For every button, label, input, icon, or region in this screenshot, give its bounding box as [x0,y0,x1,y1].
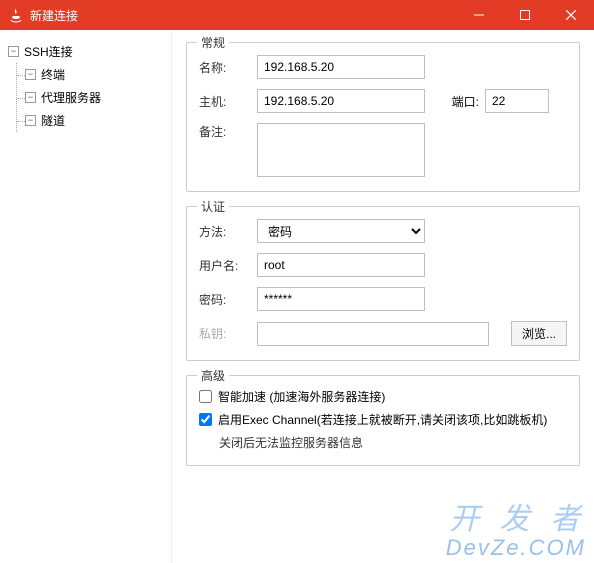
input-key[interactable] [257,322,489,346]
label-method: 方法: [199,223,257,240]
input-host[interactable] [257,89,425,113]
legend-general: 常规 [197,34,229,51]
window-controls [456,0,594,30]
group-general: 常规 名称: 主机: 端口: 备注: [186,42,580,192]
label-pass: 密码: [199,291,257,308]
label-key: 私钥: [199,325,257,342]
input-user[interactable] [257,253,425,277]
main-panel: 常规 名称: 主机: 端口: 备注: 认证 方法: 密码 [172,30,594,563]
minimize-button[interactable] [456,0,502,30]
exec-note: 关闭后无法监控服务器信息 [199,434,567,451]
group-advanced: 高级 智能加速 (加速海外服务器连接) 启用Exec Channel(若连接上就… [186,375,580,466]
checkbox-smart-accel-input[interactable] [199,390,212,403]
input-remark[interactable] [257,123,425,177]
tree-item-terminal[interactable]: − 终端 [17,63,165,86]
legend-auth: 认证 [197,198,229,215]
tree-root-ssh[interactable]: − SSH连接 [6,40,165,63]
group-auth: 认证 方法: 密码 用户名: 密码: 私钥: 浏览... [186,206,580,361]
titlebar: 新建连接 [0,0,594,30]
tree-label: SSH连接 [24,43,73,60]
collapse-icon[interactable]: − [8,46,19,57]
close-button[interactable] [548,0,594,30]
tree-label: 隧道 [41,112,65,129]
legend-advanced: 高级 [197,367,229,384]
label-remark: 备注: [199,123,257,140]
tree-item-tunnel[interactable]: − 隧道 [17,109,165,132]
tree-item-proxy[interactable]: − 代理服务器 [17,86,165,109]
tree-label: 终端 [41,66,65,83]
input-pass[interactable] [257,287,425,311]
tree-label: 代理服务器 [41,89,101,106]
label-host: 主机: [199,93,257,110]
select-method[interactable]: 密码 [257,219,425,243]
sidebar-tree: − SSH连接 − 终端 − 代理服务器 − 隧道 [0,30,172,563]
checkbox-label: 智能加速 (加速海外服务器连接) [218,388,385,405]
label-user: 用户名: [199,257,257,274]
input-port[interactable] [485,89,549,113]
label-port: 端口: [435,93,479,110]
input-name[interactable] [257,55,425,79]
collapse-icon[interactable]: − [25,92,36,103]
java-icon [8,7,24,23]
label-name: 名称: [199,59,257,76]
window-title: 新建连接 [30,7,456,24]
collapse-icon[interactable]: − [25,69,36,80]
collapse-icon[interactable]: − [25,115,36,126]
maximize-button[interactable] [502,0,548,30]
checkbox-exec-channel-input[interactable] [199,413,212,426]
checkbox-exec-channel[interactable]: 启用Exec Channel(若连接上就被断开,请关闭该项,比如跳板机) [199,411,567,428]
browse-button[interactable]: 浏览... [511,321,567,346]
checkbox-smart-accel[interactable]: 智能加速 (加速海外服务器连接) [199,388,567,405]
checkbox-label: 启用Exec Channel(若连接上就被断开,请关闭该项,比如跳板机) [218,411,547,428]
